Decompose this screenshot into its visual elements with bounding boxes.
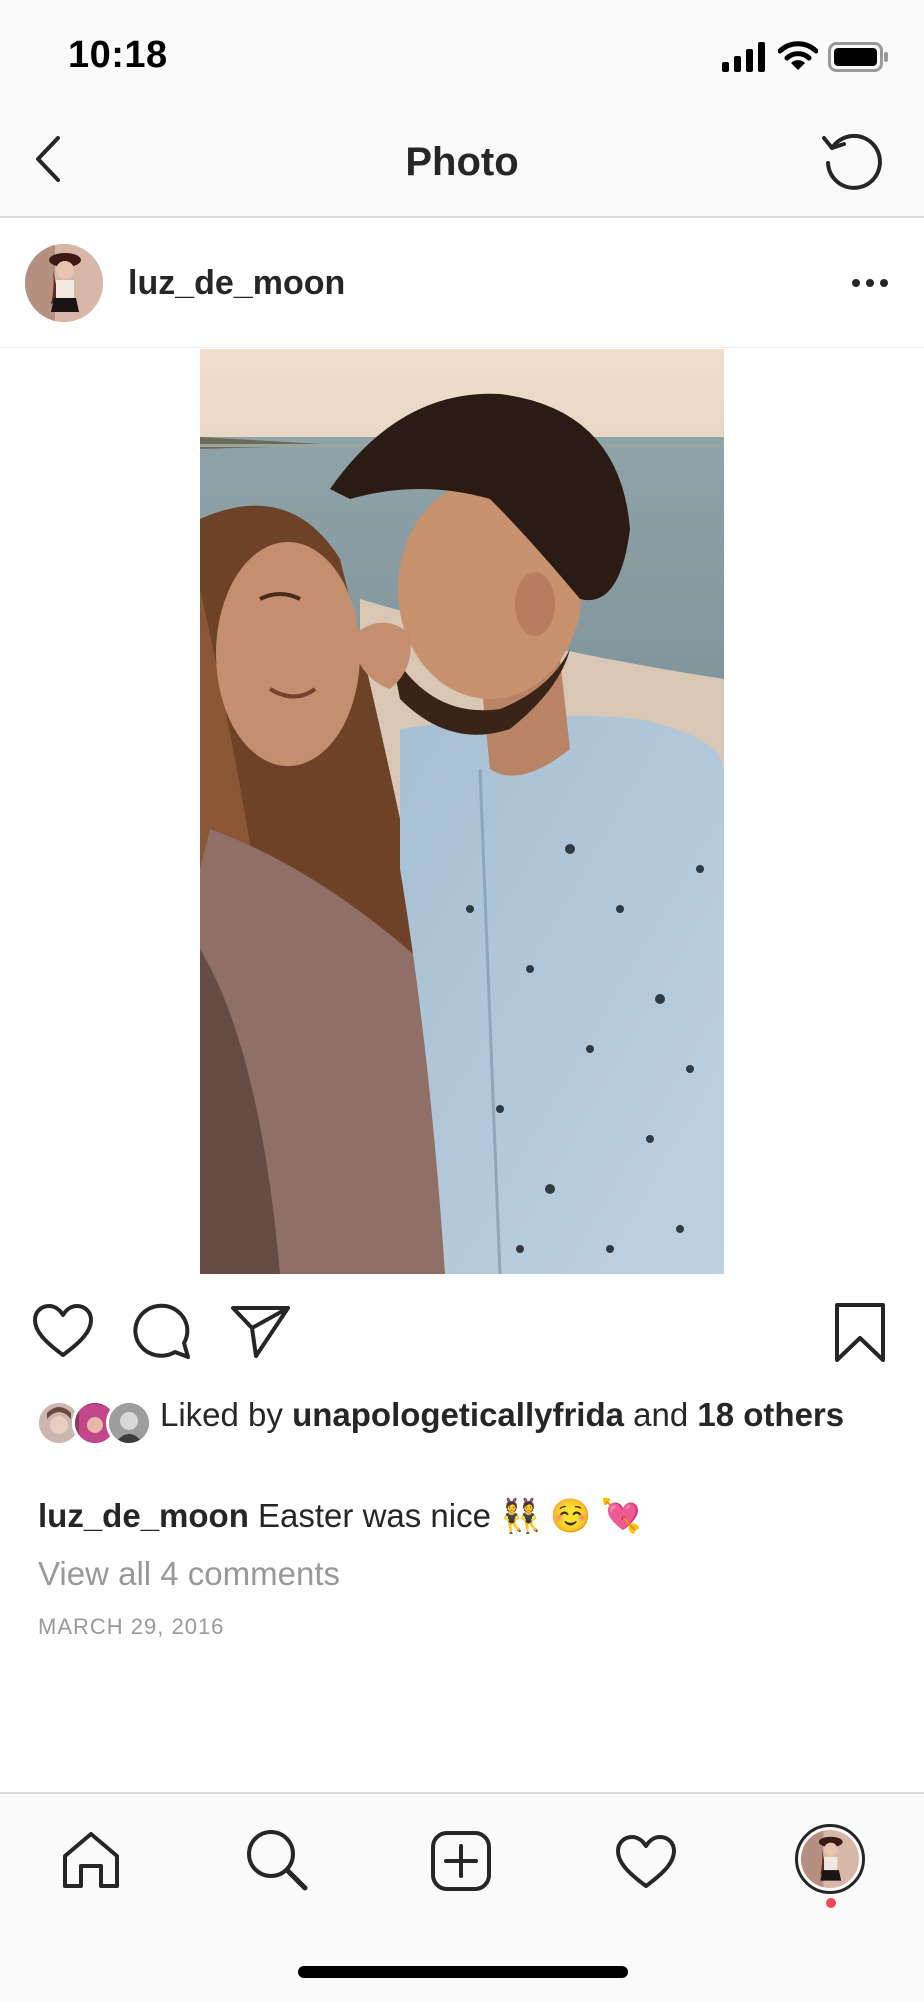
page-title: Photo bbox=[405, 140, 519, 184]
home-icon[interactable] bbox=[60, 1830, 122, 1890]
bookmark-icon[interactable] bbox=[834, 1302, 886, 1364]
caption-text: Easter was nice 👯 ☺️ 💘 bbox=[248, 1497, 642, 1534]
post-photo[interactable] bbox=[200, 349, 724, 1274]
header-divider bbox=[0, 347, 924, 348]
liker-username[interactable]: unapologeticallyfrida bbox=[292, 1396, 624, 1433]
comment-icon[interactable] bbox=[132, 1303, 192, 1361]
likes-prefix: Liked by bbox=[160, 1396, 293, 1433]
profile-tab[interactable] bbox=[795, 1824, 865, 1894]
activity-heart-icon[interactable] bbox=[615, 1834, 677, 1890]
home-indicator bbox=[298, 1966, 628, 1978]
caption-username[interactable]: luz_de_moon bbox=[38, 1497, 249, 1534]
post-username[interactable]: luz_de_moon bbox=[128, 264, 345, 303]
notification-dot bbox=[826, 1898, 836, 1908]
refresh-icon[interactable] bbox=[820, 130, 886, 192]
avatar[interactable] bbox=[25, 244, 103, 322]
cellular-signal-icon bbox=[722, 42, 765, 72]
liker-avatar[interactable] bbox=[106, 1400, 152, 1446]
add-post-icon[interactable] bbox=[430, 1830, 492, 1892]
battery-icon bbox=[828, 42, 888, 72]
status-time: 10:18 bbox=[68, 34, 168, 76]
ellipsis-icon[interactable] bbox=[852, 278, 888, 288]
profile-avatar bbox=[801, 1830, 859, 1888]
view-comments-link[interactable]: View all 4 comments bbox=[38, 1555, 340, 1593]
likes-middle: and bbox=[623, 1396, 698, 1433]
post-caption: luz_de_moon Easter was nice 👯 ☺️ 💘 bbox=[38, 1497, 642, 1536]
likes-count[interactable]: 18 others bbox=[697, 1396, 844, 1433]
heart-icon[interactable] bbox=[32, 1303, 94, 1359]
search-icon[interactable] bbox=[245, 1828, 309, 1892]
post-date: MARCH 29, 2016 bbox=[38, 1614, 225, 1639]
send-icon[interactable] bbox=[230, 1304, 292, 1360]
likes-summary: Liked by unapologeticallyfrida and 18 ot… bbox=[160, 1395, 860, 1435]
wifi-icon bbox=[778, 41, 818, 70]
